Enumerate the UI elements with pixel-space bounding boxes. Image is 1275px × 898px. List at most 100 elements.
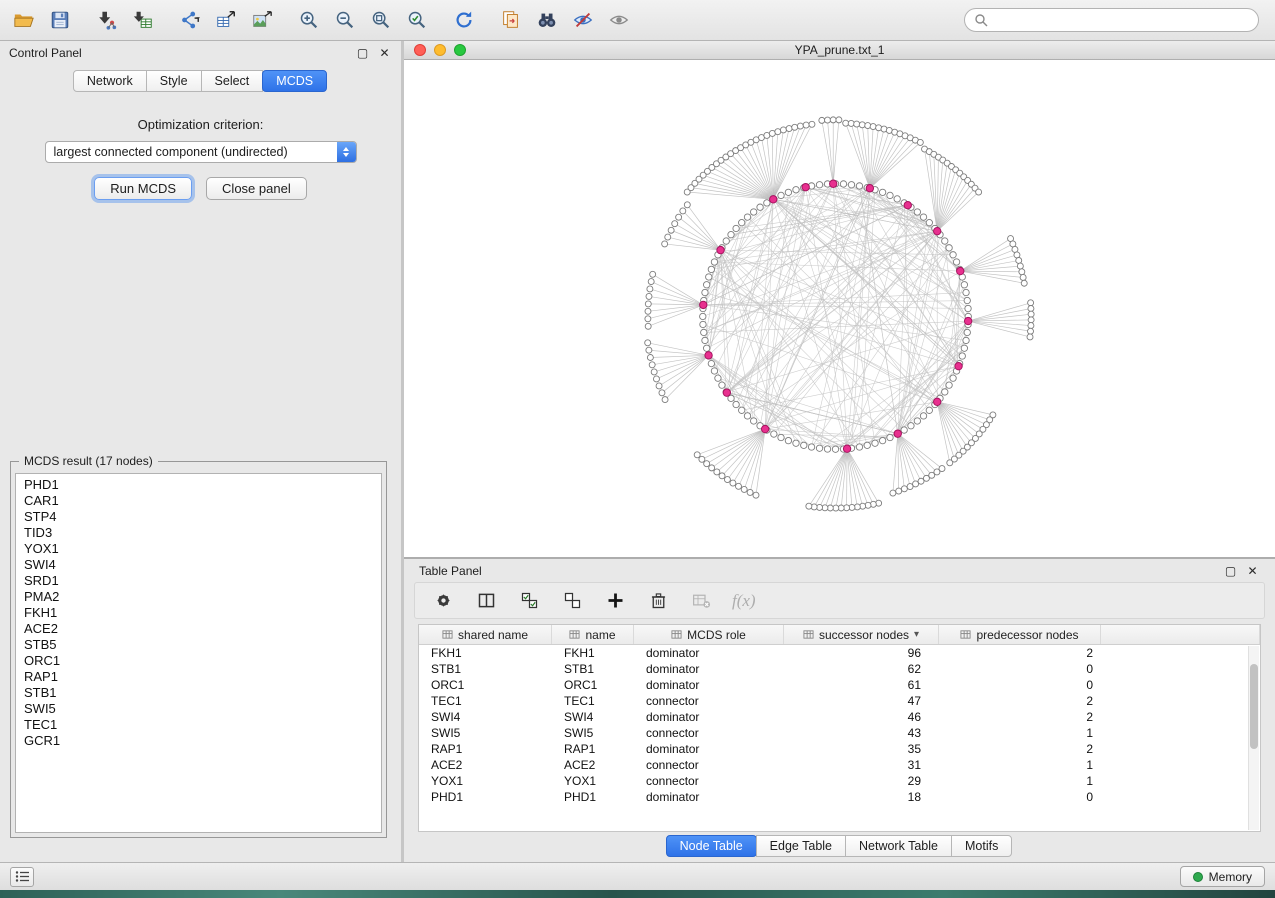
graph-leaf-node[interactable] <box>668 227 674 233</box>
graph-leaf-node[interactable] <box>901 486 907 492</box>
graph-leaf-node[interactable] <box>907 484 913 490</box>
graph-node[interactable] <box>946 245 952 251</box>
open-session-button[interactable] <box>10 7 37 34</box>
graph-node[interactable] <box>920 413 926 419</box>
graph-leaf-node[interactable] <box>1028 300 1034 306</box>
table-row[interactable]: SWI4SWI4dominator462 <box>419 709 1260 725</box>
tab-select[interactable]: Select <box>201 70 264 92</box>
graph-leaf-node[interactable] <box>1021 280 1027 286</box>
graph-node[interactable] <box>840 181 846 187</box>
graph-leaf-node[interactable] <box>859 122 865 128</box>
table-row[interactable]: PHD1PHD1dominator180 <box>419 789 1260 805</box>
select-all-button[interactable] <box>517 589 541 613</box>
graph-leaf-node[interactable] <box>819 117 825 123</box>
graph-node[interactable] <box>711 368 717 374</box>
tab-node-table[interactable]: Node Table <box>666 835 757 857</box>
graph-leaf-node[interactable] <box>854 121 860 127</box>
zoom-out-button[interactable] <box>331 7 358 34</box>
graph-leaf-node[interactable] <box>694 452 700 458</box>
close-table-panel-icon[interactable]: ✕ <box>1245 563 1260 578</box>
column-header-mcds-role[interactable]: MCDS role <box>634 625 784 644</box>
graph-node[interactable] <box>778 192 784 198</box>
graph-leaf-node[interactable] <box>1028 328 1034 334</box>
deselect-all-button[interactable] <box>560 589 584 613</box>
graph-dominator-node[interactable] <box>717 246 724 253</box>
graph-node[interactable] <box>708 360 714 366</box>
graph-node[interactable] <box>963 289 969 295</box>
export-network-button[interactable] <box>176 7 203 34</box>
graph-node[interactable] <box>950 375 956 381</box>
graph-dominator-node[interactable] <box>957 267 964 274</box>
graph-node[interactable] <box>808 444 814 450</box>
graph-leaf-node[interactable] <box>650 271 656 277</box>
graph-leaf-node[interactable] <box>870 124 876 130</box>
show-all-button[interactable] <box>605 7 632 34</box>
graph-leaf-node[interactable] <box>1019 269 1025 275</box>
graph-node[interactable] <box>703 345 709 351</box>
mcds-node-item[interactable]: PHD1 <box>16 477 381 493</box>
graph-node[interactable] <box>711 259 717 265</box>
graph-dominator-node[interactable] <box>802 183 809 190</box>
tab-edge-table[interactable]: Edge Table <box>756 835 846 857</box>
graph-node[interactable] <box>793 187 799 193</box>
column-header-shared-name[interactable]: shared name <box>419 625 552 644</box>
graph-node[interactable] <box>961 345 967 351</box>
import-network-button[interactable] <box>93 7 120 34</box>
graph-node[interactable] <box>901 427 907 433</box>
mcds-node-item[interactable]: CAR1 <box>16 493 381 509</box>
graph-leaf-node[interactable] <box>806 503 812 509</box>
run-mcds-button[interactable]: Run MCDS <box>94 177 192 200</box>
graph-leaf-node[interactable] <box>792 124 798 130</box>
tab-mcds[interactable]: MCDS <box>262 70 327 92</box>
export-image-button[interactable] <box>248 7 275 34</box>
graph-leaf-node[interactable] <box>645 316 651 322</box>
graph-node[interactable] <box>723 238 729 244</box>
graph-dominator-node[interactable] <box>904 202 911 209</box>
export-table-button[interactable] <box>212 7 239 34</box>
mcds-node-item[interactable]: SWI4 <box>16 557 381 573</box>
graph-leaf-node[interactable] <box>646 347 652 353</box>
graph-leaf-node[interactable] <box>665 234 671 240</box>
graph-node[interactable] <box>750 418 756 424</box>
mcds-node-item[interactable]: TEC1 <box>16 717 381 733</box>
close-window-button[interactable] <box>414 44 426 56</box>
network-window-titlebar[interactable]: YPA_prune.txt_1 <box>404 41 1275 60</box>
graph-leaf-node[interactable] <box>896 488 902 494</box>
graph-leaf-node[interactable] <box>947 460 953 466</box>
graph-dominator-node[interactable] <box>934 227 941 234</box>
graph-node[interactable] <box>887 434 893 440</box>
graph-leaf-node[interactable] <box>809 121 815 127</box>
graph-leaf-node[interactable] <box>645 308 651 314</box>
graph-leaf-node[interactable] <box>645 323 651 329</box>
graph-node[interactable] <box>908 423 914 429</box>
graph-leaf-node[interactable] <box>976 189 982 195</box>
graph-leaf-node[interactable] <box>680 208 686 214</box>
import-table-button[interactable] <box>129 7 156 34</box>
table-row[interactable]: TEC1TEC1connector472 <box>419 693 1260 709</box>
graph-leaf-node[interactable] <box>741 486 747 492</box>
graph-dominator-node[interactable] <box>866 185 873 192</box>
hide-selected-button[interactable] <box>569 7 596 34</box>
graph-node[interactable] <box>702 289 708 295</box>
graph-dominator-node[interactable] <box>843 445 850 452</box>
graph-dominator-node[interactable] <box>770 196 777 203</box>
show-columns-button[interactable] <box>474 589 498 613</box>
graph-leaf-node[interactable] <box>656 383 662 389</box>
graph-node[interactable] <box>733 225 739 231</box>
graph-leaf-node[interactable] <box>753 492 759 498</box>
mcds-node-item[interactable]: SRD1 <box>16 573 381 589</box>
graph-dominator-node[interactable] <box>700 301 707 308</box>
graph-node[interactable] <box>964 329 970 335</box>
graph-leaf-node[interactable] <box>672 221 678 227</box>
graph-node[interactable] <box>744 413 750 419</box>
add-row-button[interactable] <box>603 589 627 613</box>
graph-leaf-node[interactable] <box>1014 252 1020 258</box>
graph-leaf-node[interactable] <box>918 478 924 484</box>
graph-node[interactable] <box>914 418 920 424</box>
graph-leaf-node[interactable] <box>659 390 665 396</box>
table-row[interactable]: ACE2ACE2connector311 <box>419 757 1260 773</box>
graph-leaf-node[interactable] <box>848 120 854 126</box>
graph-leaf-node[interactable] <box>645 301 651 307</box>
graph-node[interactable] <box>793 440 799 446</box>
graph-leaf-node[interactable] <box>780 127 786 133</box>
